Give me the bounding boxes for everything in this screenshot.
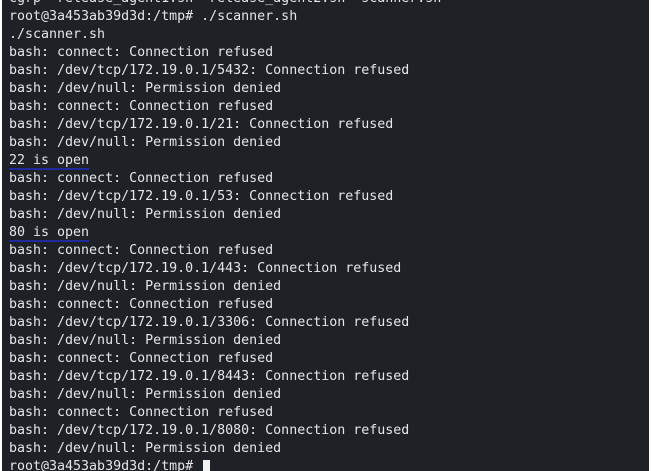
terminal-line: ./scanner.sh — [9, 27, 106, 42]
terminal-line: bash: /dev/null: Permission denied — [9, 279, 282, 294]
shell-prompt: root@3a453ab39d3d:/tmp# — [9, 459, 202, 471]
terminal-line: bash: /dev/null: Permission denied — [9, 333, 282, 348]
open-port-line-22: 22 is open — [9, 153, 90, 168]
terminal-line: cgrp release_agent1.sh release_agent2.sh… — [9, 0, 441, 8]
terminal-window[interactable]: cgrp release_agent1.sh release_agent2.sh… — [2, 0, 649, 471]
terminal-line: bash: /dev/tcp/172.19.0.1/8080: Connecti… — [9, 423, 410, 438]
open-port-line-80: 80 is open — [9, 225, 90, 240]
terminal-line: bash: /dev/null: Permission denied — [9, 207, 282, 222]
terminal-line: bash: connect: Connection refused — [9, 171, 274, 186]
terminal-line: bash: connect: Connection refused — [9, 297, 274, 312]
terminal-line: bash: /dev/tcp/172.19.0.1/3306: Connecti… — [9, 315, 410, 330]
terminal-line: bash: connect: Connection refused — [9, 99, 274, 114]
terminal-output: cgrp release_agent1.sh release_agent2.sh… — [9, 0, 441, 471]
terminal-line: bash: /dev/null: Permission denied — [9, 81, 282, 96]
terminal-line: bash: connect: Connection refused — [9, 243, 274, 258]
terminal-line: bash: /dev/tcp/172.19.0.1/53: Connection… — [9, 189, 394, 204]
terminal-line: bash: /dev/tcp/172.19.0.1/21: Connection… — [9, 117, 394, 132]
terminal-line: bash: /dev/null: Permission denied — [9, 387, 282, 402]
terminal-line: bash: connect: Connection refused — [9, 351, 274, 366]
terminal-line: bash: connect: Connection refused — [9, 405, 274, 420]
prompt-line[interactable]: root@3a453ab39d3d:/tmp# — [9, 458, 441, 471]
text-cursor — [203, 460, 211, 471]
terminal-line: bash: /dev/tcp/172.19.0.1/8443: Connecti… — [9, 369, 410, 384]
terminal-line: bash: /dev/tcp/172.19.0.1/443: Connectio… — [9, 261, 402, 276]
terminal-line: bash: /dev/tcp/172.19.0.1/5432: Connecti… — [9, 63, 410, 78]
terminal-line: bash: connect: Connection refused — [9, 45, 274, 60]
terminal-line: bash: /dev/null: Permission denied — [9, 135, 282, 150]
terminal-line: root@3a453ab39d3d:/tmp# ./scanner.sh — [9, 9, 298, 24]
terminal-line: bash: /dev/null: Permission denied — [9, 441, 282, 456]
